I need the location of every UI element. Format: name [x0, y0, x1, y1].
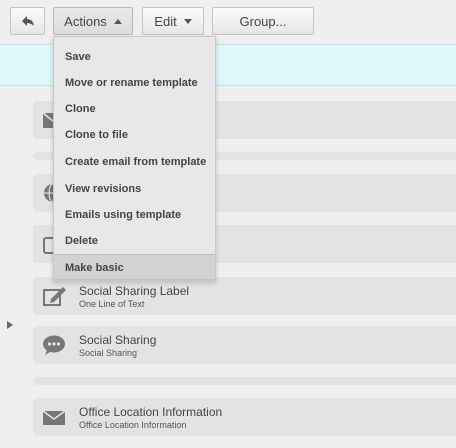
- chat-bubble-icon: [43, 335, 65, 355]
- back-button[interactable]: [10, 7, 45, 35]
- module-title: Office Location Information: [79, 405, 223, 419]
- group-label: Group...: [239, 13, 287, 29]
- envelope-icon: [42, 410, 66, 425]
- module-title: Social Sharing Label: [79, 284, 190, 298]
- menu-item-delete[interactable]: Delete: [54, 228, 215, 254]
- edit-button[interactable]: Edit: [142, 7, 204, 35]
- module-subtitle: Social Sharing: [79, 348, 138, 358]
- module-row-social-sharing[interactable]: Social Sharing Social Sharing: [33, 326, 456, 364]
- module-row-office-location[interactable]: Office Location Information Office Locat…: [33, 398, 456, 436]
- menu-item-save[interactable]: Save: [54, 44, 215, 70]
- menu-item-create-email[interactable]: Create email from template: [54, 149, 215, 175]
- module-title: Social Sharing: [79, 333, 157, 347]
- module-subtitle: Office Location Information: [79, 420, 187, 430]
- menu-item-view-revisions[interactable]: View revisions: [54, 176, 215, 202]
- module-row-separator: [33, 377, 456, 385]
- edit-pencil-icon: [43, 287, 66, 306]
- actions-label: Actions: [64, 13, 107, 29]
- module-subtitle: One Line of Text: [79, 299, 145, 309]
- actions-button[interactable]: Actions: [53, 7, 133, 35]
- caret-up-icon: [113, 18, 122, 24]
- menu-item-make-basic[interactable]: Make basic: [54, 254, 215, 280]
- menu-item-emails-using[interactable]: Emails using template: [54, 202, 215, 228]
- actions-dropdown-menu: Save Move or rename template Clone Clone…: [53, 36, 216, 281]
- menu-item-move-rename[interactable]: Move or rename template: [54, 70, 215, 96]
- group-button[interactable]: Group...: [212, 7, 314, 35]
- menu-item-clone[interactable]: Clone: [54, 96, 215, 122]
- module-row-social-sharing-label[interactable]: Social Sharing Label One Line of Text: [33, 277, 456, 315]
- menu-item-clone-to-file[interactable]: Clone to file: [54, 122, 215, 148]
- expand-arrow-icon[interactable]: [7, 321, 13, 329]
- back-arrow-icon: [21, 16, 34, 26]
- caret-down-icon: [183, 18, 192, 24]
- edit-label: Edit: [154, 13, 177, 29]
